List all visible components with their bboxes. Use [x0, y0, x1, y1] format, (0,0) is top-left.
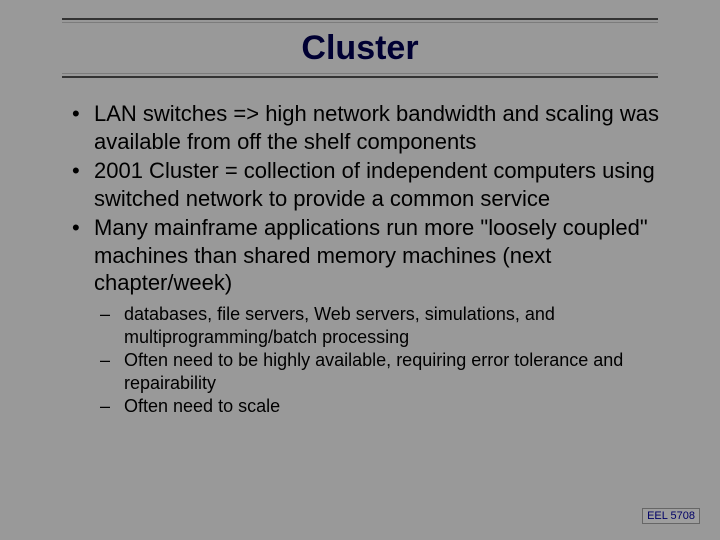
dash-marker-icon: – — [98, 349, 124, 395]
sub-bullet-item: – databases, file servers, Web servers, … — [68, 303, 665, 349]
dash-marker-icon: – — [98, 303, 124, 349]
bullet-text: LAN switches => high network bandwidth a… — [94, 100, 665, 155]
sub-bullet-text: Often need to scale — [124, 395, 665, 418]
footer-label: EEL 5708 — [642, 508, 700, 524]
bullet-item: • Many mainframe applications run more "… — [68, 214, 665, 297]
sub-bullet-item: – Often need to scale — [68, 395, 665, 418]
bullet-marker-icon: • — [68, 214, 94, 297]
dash-marker-icon: – — [98, 395, 124, 418]
slide: Cluster • LAN switches => high network b… — [0, 0, 720, 540]
sub-bullet-text: databases, file servers, Web servers, si… — [124, 303, 665, 349]
sub-bullet-item: – Often need to be highly available, req… — [68, 349, 665, 395]
bullet-text: Many mainframe applications run more "lo… — [94, 214, 665, 297]
bullet-marker-icon: • — [68, 100, 94, 155]
slide-title: Cluster — [301, 29, 418, 68]
sub-bullet-text: Often need to be highly available, requi… — [124, 349, 665, 395]
bullet-text: 2001 Cluster = collection of independent… — [94, 157, 665, 212]
content-area: • LAN switches => high network bandwidth… — [68, 100, 665, 418]
main-bullets: • LAN switches => high network bandwidth… — [68, 100, 665, 297]
title-container: Cluster — [62, 18, 658, 78]
bullet-item: • LAN switches => high network bandwidth… — [68, 100, 665, 155]
sub-bullets: – databases, file servers, Web servers, … — [68, 303, 665, 418]
bullet-marker-icon: • — [68, 157, 94, 212]
bullet-item: • 2001 Cluster = collection of independe… — [68, 157, 665, 212]
